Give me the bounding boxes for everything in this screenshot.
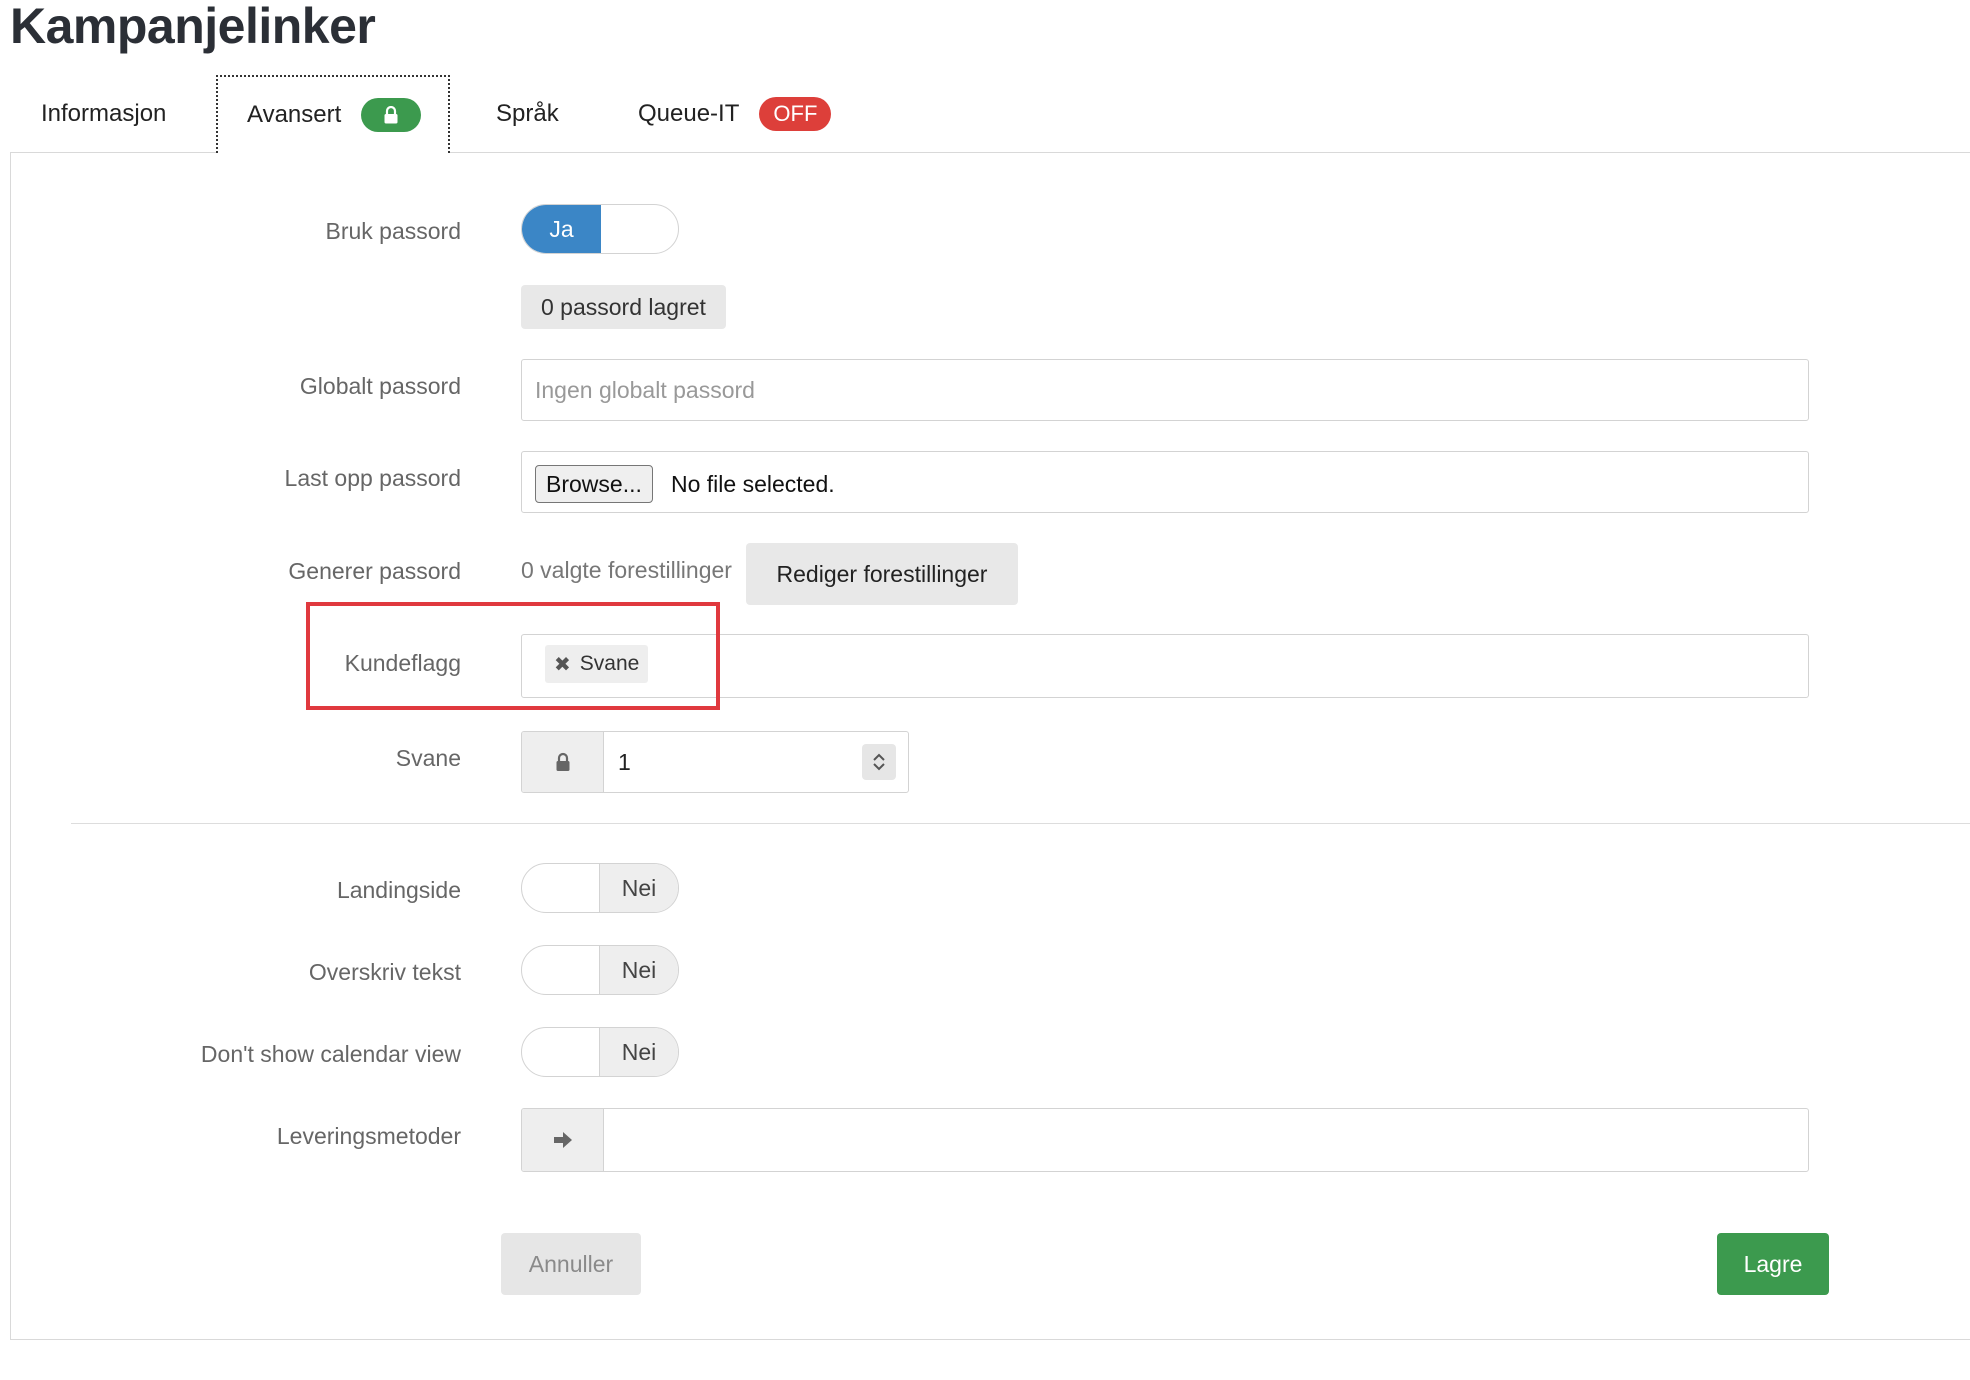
save-button[interactable]: Lagre <box>1717 1233 1829 1295</box>
cancel-button[interactable]: Annuller <box>501 1233 641 1295</box>
tab-informasjon[interactable]: Informasjon <box>41 75 166 153</box>
browse-button[interactable]: Browse... <box>535 465 653 503</box>
override-text-label: Overskriv tekst <box>308 959 461 985</box>
landing-page-toggle[interactable]: Nei <box>521 863 679 913</box>
upload-password-field: Browse... No file selected. <box>521 451 1809 513</box>
delivery-addon <box>522 1109 604 1171</box>
use-password-toggle[interactable]: Ja <box>521 204 679 254</box>
generate-password-label: Generer passord <box>288 558 461 584</box>
tab-sprak[interactable]: Språk <box>496 75 559 153</box>
lock-icon <box>384 106 398 124</box>
chevron-down-icon[interactable] <box>872 762 886 772</box>
arrow-right-icon <box>553 1132 572 1148</box>
tab-label: Språk <box>496 100 559 127</box>
customer-flags-field[interactable]: ✖ Svane <box>521 634 1809 698</box>
tab-label: Queue-IT <box>638 100 740 127</box>
global-password-field <box>521 359 1809 421</box>
chevron-up-icon[interactable] <box>872 752 886 762</box>
tab-label: Informasjon <box>41 100 167 127</box>
tab-label: Avansert <box>247 101 342 128</box>
lock-badge <box>361 98 422 132</box>
calendar-view-toggle[interactable]: Nei <box>521 1027 679 1077</box>
tag-chip: ✖ Svane <box>545 645 649 683</box>
svane-number-input[interactable]: 1 <box>618 732 631 792</box>
tab-queue-it[interactable]: Queue-IT OFF <box>638 75 832 153</box>
upload-password-label: Last opp passord <box>284 465 461 491</box>
svane-addon <box>522 732 604 792</box>
global-password-input[interactable] <box>522 360 1808 420</box>
tab-bar: Informasjon Avansert Språk Queue-IT OFF <box>10 75 1970 153</box>
tag-label: Svane <box>579 652 640 675</box>
section-divider <box>71 823 1970 824</box>
svane-label: Svane <box>395 745 461 771</box>
selected-shows-count: 0 valgte forestillinger <box>521 557 732 583</box>
svane-number-group: 1 <box>521 731 909 793</box>
page-title: Kampanjelinker <box>10 0 376 54</box>
delivery-methods-group <box>521 1108 1809 1172</box>
calendar-view-label: Don't show calendar view <box>200 1041 461 1067</box>
toggle-on-label: Ja <box>522 205 601 253</box>
remove-tag-icon[interactable]: ✖ <box>554 652 571 677</box>
toggle-off-label: Nei <box>599 864 678 912</box>
lock-icon <box>556 752 569 771</box>
tab-avansert[interactable]: Avansert <box>216 75 450 153</box>
file-status: No file selected. <box>671 471 835 497</box>
override-text-toggle[interactable]: Nei <box>521 945 679 995</box>
settings-panel: Bruk passord Ja 0 passord lagret Globalt… <box>10 152 1970 1340</box>
customer-flags-label: Kundeflagg <box>344 650 461 676</box>
toggle-off-label: Nei <box>599 1028 678 1076</box>
toggle-off-label: Nei <box>599 946 678 994</box>
delivery-methods-input[interactable] <box>618 1109 1794 1171</box>
landing-page-label: Landingside <box>336 877 461 903</box>
status-badge: OFF <box>759 97 832 131</box>
edit-shows-button[interactable]: Rediger forestillinger <box>746 543 1018 605</box>
number-spinner[interactable] <box>862 744 896 780</box>
global-password-label: Globalt passord <box>299 373 461 399</box>
use-password-label: Bruk passord <box>325 218 461 244</box>
delivery-methods-label: Leveringsmetoder <box>276 1123 461 1149</box>
stored-passwords-badge: 0 passord lagret <box>521 285 726 329</box>
